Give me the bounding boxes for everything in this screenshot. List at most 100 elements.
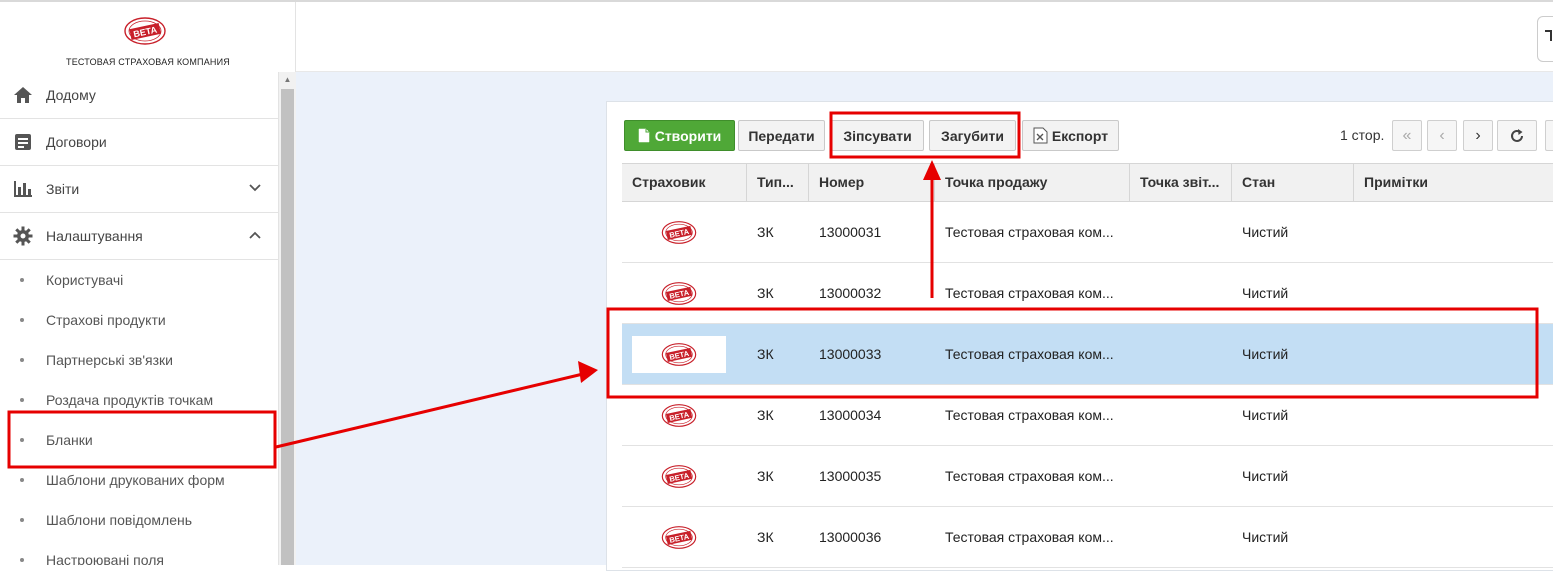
state-cell: Чистий	[1242, 407, 1289, 423]
report-point-cell	[1130, 446, 1232, 506]
sidebar-item-label: Звіти	[46, 181, 80, 197]
export-button[interactable]: Експорт	[1022, 120, 1119, 151]
export-button-label: Експорт	[1051, 127, 1109, 144]
svg-text:BETA: BETA	[669, 288, 691, 301]
sidebar-subitem-insurance-products[interactable]: Страхові продукти	[0, 300, 278, 340]
notes-cell	[1354, 324, 1553, 384]
sale-point-cell: Тестовая страховая ком...	[945, 285, 1114, 301]
refresh-button[interactable]	[1497, 120, 1537, 151]
spoil-button[interactable]: Зіпсувати	[831, 120, 924, 151]
sale-point-cell: Тестовая страховая ком...	[945, 529, 1114, 545]
top-header-bar	[296, 2, 1553, 72]
company-name: ТЕСТОВАЯ СТРАХОВАЯ КОМПАНИЯ	[66, 57, 230, 67]
type-cell: ЗК	[757, 407, 774, 423]
create-button-label: Створити	[654, 127, 722, 144]
sidebar-subitem-custom-fields[interactable]: Настроювані поля	[0, 540, 278, 565]
insurer-logo-icon: BETA	[661, 526, 697, 549]
lose-button[interactable]: Загубити	[929, 120, 1016, 151]
table-row[interactable]: BETA ЗК 13000033 Тестовая страховая ком... Ч…	[622, 324, 1553, 385]
sidebar-subitem-partner-links[interactable]: Партнерські зв'язки	[0, 340, 278, 380]
sidebar-item-contracts[interactable]: Договори	[0, 119, 278, 166]
scroll-up-arrow-icon[interactable]: ▲	[279, 72, 296, 88]
type-cell: ЗК	[757, 468, 774, 484]
column-header-state[interactable]: Стан	[1232, 164, 1354, 201]
report-point-cell	[1130, 507, 1232, 567]
svg-text:BETA: BETA	[669, 227, 691, 240]
insurer-logo-icon: BETA	[661, 404, 697, 427]
sidebar-subitem-users[interactable]: Користувачі	[0, 260, 278, 300]
sidebar-scrollbar[interactable]: ▲	[279, 72, 296, 565]
notes-cell	[1354, 507, 1553, 567]
column-header-notes[interactable]: Примітки	[1354, 164, 1553, 201]
first-page-button[interactable]: «	[1392, 120, 1422, 151]
sidebar-subitem-product-distribution[interactable]: Роздача продуктів точкам	[0, 380, 278, 420]
notes-cell	[1354, 446, 1553, 506]
table-body: BETA ЗК 13000031 Тестовая страховая ком... Ч…	[622, 202, 1553, 568]
type-cell: ЗК	[757, 346, 774, 362]
insurer-cell: BETA	[632, 458, 726, 495]
insurer-cell: BETA	[632, 519, 726, 556]
prev-page-button[interactable]: ‹	[1427, 120, 1457, 151]
notes-cell	[1354, 263, 1553, 323]
transfer-button[interactable]: Передати	[738, 120, 825, 151]
sidebar-item-home[interactable]: Додому	[0, 72, 278, 119]
sidebar-subitem-print-templates[interactable]: Шаблони друкованих форм	[0, 460, 278, 500]
number-cell: 13000034	[819, 407, 882, 423]
notes-cell	[1354, 385, 1553, 445]
number-cell: 13000033	[819, 346, 882, 362]
header-icon	[1545, 30, 1552, 41]
column-header-sale-point[interactable]: Точка продажу	[935, 164, 1130, 201]
beta-stamp-logo: BETA	[124, 17, 166, 45]
main-content: Створити Передати Зіпсувати Загубити Екс…	[296, 72, 1553, 571]
table-row[interactable]: BETA ЗК 13000032 Тестовая страховая ком... Ч…	[622, 263, 1553, 324]
sidebar-item-reports[interactable]: Звіти	[0, 166, 278, 213]
lose-button-label: Загубити	[941, 127, 1004, 144]
more-button[interactable]	[1545, 120, 1553, 151]
column-header-type[interactable]: Тип...	[747, 164, 809, 201]
table-row[interactable]: BETA ЗК 13000035 Тестовая страховая ком... Ч…	[622, 446, 1553, 507]
home-icon	[12, 85, 34, 105]
sidebar-subitem-message-templates[interactable]: Шаблони повідомлень	[0, 500, 278, 540]
type-cell: ЗК	[757, 529, 774, 545]
insurer-cell: BETA	[632, 397, 726, 434]
create-button[interactable]: Створити	[624, 120, 735, 151]
column-header-number[interactable]: Номер	[809, 164, 935, 201]
insurer-cell: BETA	[632, 275, 726, 312]
svg-text:BETA: BETA	[133, 25, 159, 40]
scroll-thumb[interactable]	[281, 89, 294, 565]
sidebar-item-settings[interactable]: Налаштування	[0, 213, 278, 260]
table-row[interactable]: BETA ЗК 13000034 Тестовая страховая ком... Ч…	[622, 385, 1553, 446]
sale-point-cell: Тестовая страховая ком...	[945, 407, 1114, 423]
page-indicator: 1 стор.	[1340, 127, 1385, 143]
gear-icon	[12, 226, 34, 246]
chevron-down-icon[interactable]	[248, 181, 262, 195]
state-cell: Чистий	[1242, 285, 1289, 301]
column-header-report-point[interactable]: Точка звіт...	[1130, 164, 1232, 201]
sidebar-item-label: Договори	[46, 134, 107, 150]
report-point-cell	[1130, 202, 1232, 262]
blanks-table: Страховик Тип... Номер Точка продажу Точ…	[622, 163, 1553, 568]
report-point-cell	[1130, 263, 1232, 323]
sidebar-subitem-blanks[interactable]: Бланки	[0, 420, 278, 460]
sidebar-item-label: Додому	[46, 87, 96, 103]
document-icon	[12, 132, 34, 152]
table-row[interactable]: BETA ЗК 13000036 Тестовая страховая ком... Ч…	[622, 507, 1553, 568]
refresh-icon	[1511, 128, 1523, 142]
blanks-panel: Створити Передати Зіпсувати Загубити Екс…	[606, 101, 1553, 571]
number-cell: 13000031	[819, 224, 882, 240]
chevron-up-icon[interactable]	[248, 228, 262, 242]
table-row[interactable]: BETA ЗК 13000031 Тестовая страховая ком... Ч…	[622, 202, 1553, 263]
insurer-logo-icon: BETA	[661, 343, 697, 366]
next-page-button[interactable]: ›	[1463, 120, 1493, 151]
report-point-cell	[1130, 385, 1232, 445]
state-cell: Чистий	[1242, 346, 1289, 362]
header-user-button[interactable]	[1537, 16, 1553, 62]
svg-text:BETA: BETA	[669, 532, 691, 545]
number-cell: 13000036	[819, 529, 882, 545]
company-logo-area[interactable]: BETA ТЕСТОВАЯ СТРАХОВАЯ КОМПАНИЯ	[0, 2, 296, 72]
insurer-logo-icon: BETA	[661, 465, 697, 488]
column-header-insurer[interactable]: Страховик	[622, 164, 747, 201]
svg-text:BETA: BETA	[669, 349, 691, 362]
svg-text:BETA: BETA	[669, 410, 691, 423]
sale-point-cell: Тестовая страховая ком...	[945, 346, 1114, 362]
